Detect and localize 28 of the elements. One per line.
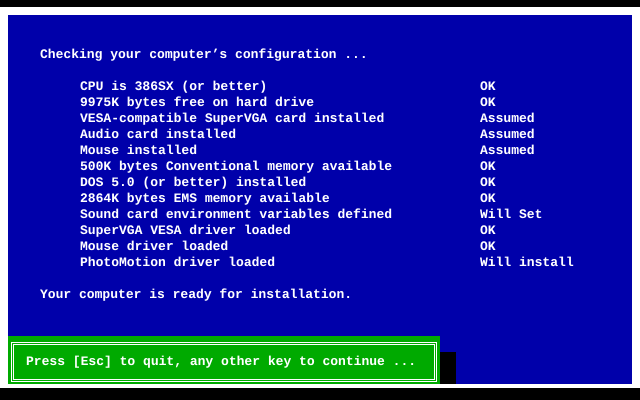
check-item: VESA-compatible SuperVGA card installed [80,111,386,127]
check-item: Audio card installed [80,127,238,143]
check-item: 500K bytes Conventional memory available [80,159,394,175]
check-item: SuperVGA VESA driver loaded [80,223,292,239]
check-result: OK [480,159,496,175]
prompt-text: Press [Esc] to quit, any other key to continue ... [26,354,416,370]
heading: Checking your computer’s configuration ... [40,47,369,63]
check-item: Mouse installed [80,143,198,159]
check-result: OK [480,79,496,95]
check-result: Will install [480,255,574,271]
check-result: OK [480,191,496,207]
check-result: OK [480,223,496,239]
check-result: OK [480,95,496,111]
check-result: Will Set [480,207,542,223]
check-item: 2864K bytes EMS memory available [80,191,331,207]
check-result: Assumed [480,143,535,159]
status-message: Your computer is ready for installation. [40,287,354,303]
check-result: Assumed [480,111,535,127]
check-item: 9975K bytes free on hard drive [80,95,316,111]
check-item: Mouse driver loaded [80,239,230,255]
box-shadow [440,352,456,384]
check-result: OK [480,175,496,191]
check-item: CPU is 386SX (or better) [80,79,268,95]
check-item: Sound card environment variables defined [80,207,394,223]
check-result: OK [480,239,496,255]
check-item: PhotoMotion driver loaded [80,255,276,271]
check-result: Assumed [480,127,535,143]
check-item: DOS 5.0 (or better) installed [80,175,308,191]
